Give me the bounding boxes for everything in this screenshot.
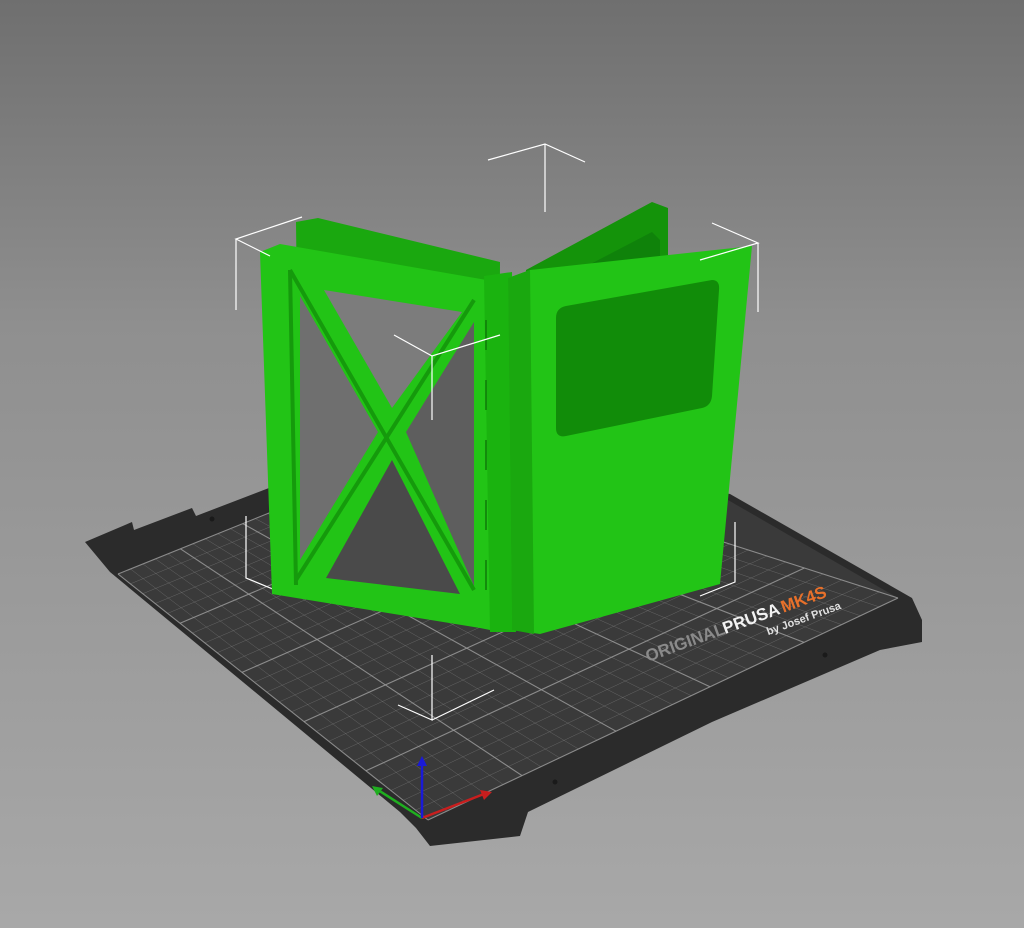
3d-viewport[interactable]: ORIGINAL PRUSA MK4S by Josef Prusa — [0, 0, 1024, 928]
model-panel-front-right-edge — [508, 270, 534, 634]
scene-canvas[interactable]: ORIGINAL PRUSA MK4S by Josef Prusa — [0, 0, 1024, 928]
model-object[interactable] — [260, 202, 752, 634]
bed-hole — [822, 652, 828, 658]
bed-hole — [552, 779, 558, 785]
bed-hole — [209, 516, 215, 522]
